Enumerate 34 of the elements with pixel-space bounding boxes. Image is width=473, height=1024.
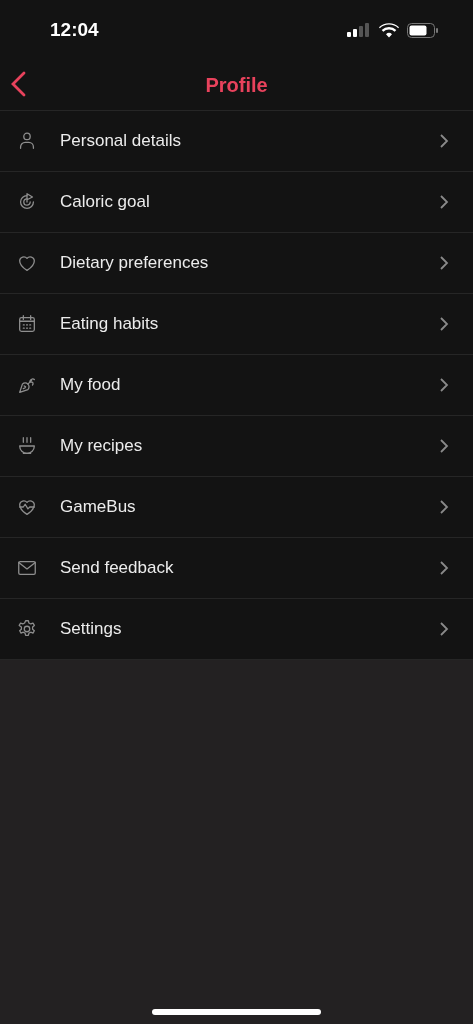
page-title: Profile bbox=[205, 73, 268, 97]
chevron-right-icon bbox=[439, 194, 449, 210]
chevron-right-icon bbox=[439, 255, 449, 271]
menu-item-label: Caloric goal bbox=[60, 192, 151, 212]
status-time: 12:04 bbox=[50, 19, 99, 41]
calendar-icon bbox=[16, 313, 38, 335]
wifi-icon bbox=[379, 22, 399, 38]
chevron-right-icon bbox=[439, 560, 449, 576]
chevron-right-icon bbox=[439, 621, 449, 637]
battery-icon bbox=[407, 22, 439, 38]
menu-item[interactable]: My food bbox=[0, 355, 473, 416]
chevron-right-icon bbox=[439, 438, 449, 454]
menu-item[interactable]: Settings bbox=[0, 599, 473, 660]
menu-item[interactable]: Send feedback bbox=[0, 538, 473, 599]
signal-icon bbox=[347, 23, 371, 37]
menu-item-label: Dietary preferences bbox=[60, 253, 210, 273]
chevron-right-icon bbox=[439, 499, 449, 515]
menu-item-label: Eating habits bbox=[60, 314, 160, 334]
menu-item-label: GameBus bbox=[60, 497, 137, 517]
bowl-icon bbox=[16, 435, 38, 457]
menu-item[interactable]: Caloric goal bbox=[0, 172, 473, 233]
chevron-right-icon bbox=[439, 316, 449, 332]
menu-item-label: My recipes bbox=[60, 436, 144, 456]
menu-item[interactable]: Dietary preferences bbox=[0, 233, 473, 294]
menu-item-label: Settings bbox=[60, 619, 123, 639]
menu-item-label: Send feedback bbox=[60, 558, 175, 578]
menu-item[interactable]: GameBus bbox=[0, 477, 473, 538]
chevron-right-icon bbox=[439, 133, 449, 149]
menu-item-label: Personal details bbox=[60, 131, 182, 151]
menu-item[interactable]: Personal details bbox=[0, 111, 473, 172]
menu-item[interactable]: My recipes bbox=[0, 416, 473, 477]
menu-item[interactable]: Eating habits bbox=[0, 294, 473, 355]
menu-item-label: My food bbox=[60, 375, 122, 395]
chevron-right-icon bbox=[439, 377, 449, 393]
